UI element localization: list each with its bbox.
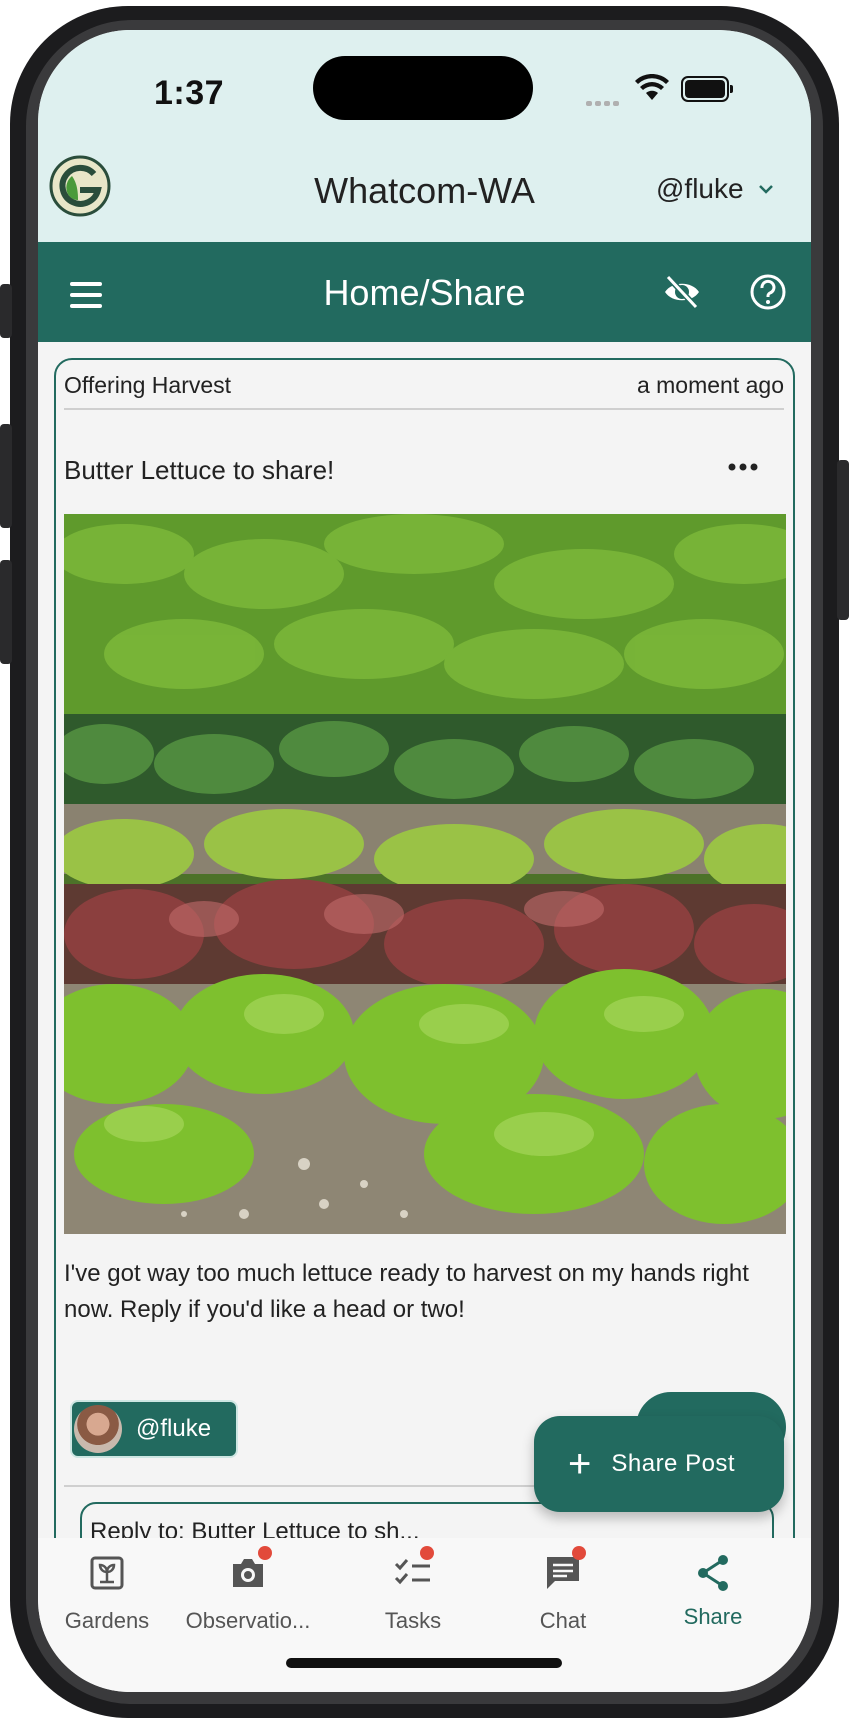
camera-icon [233, 1559, 263, 1587]
tab-label: Observatio... [185, 1608, 311, 1633]
tab-label: Share [683, 1604, 743, 1629]
avatar [74, 1405, 122, 1453]
more-options-icon[interactable] [728, 463, 758, 471]
eye-off-icon[interactable] [662, 272, 702, 312]
tasks-icon [394, 1559, 430, 1585]
mute-switch [0, 284, 12, 338]
help-icon[interactable] [748, 272, 788, 312]
post-title: Butter Lettuce to share! [64, 455, 335, 485]
user-handle: @fluke [656, 173, 744, 204]
gardens-icon [90, 1556, 124, 1590]
chat-icon [547, 1557, 579, 1589]
volume-down-button [0, 560, 12, 664]
author-name: @fluke [136, 1415, 212, 1442]
wifi-icon [635, 74, 669, 100]
battery-icon [681, 76, 733, 102]
author-chip[interactable]: @fluke [70, 1400, 238, 1458]
share-icon [698, 1555, 728, 1591]
cellular-signal-icon [586, 93, 622, 111]
post-body: I've got way too much lettuce ready to h… [64, 1260, 749, 1323]
screen: 1:37 Whatcom-WA @fluke Home/Share Offeri… [38, 30, 811, 1692]
volume-up-button [0, 424, 12, 528]
share-post-button[interactable]: + Share Post [534, 1416, 784, 1512]
tab-label: Tasks [384, 1608, 442, 1633]
user-menu[interactable]: @fluke [656, 173, 774, 205]
plus-icon: + [568, 1442, 592, 1486]
status-bar: 1:37 [38, 30, 811, 162]
tab-observations[interactable]: Observatio... [168, 1546, 328, 1634]
post-photo[interactable] [64, 514, 786, 1234]
app-bar: Home/Share [38, 242, 811, 342]
notification-badge [420, 1546, 434, 1560]
chevron-down-icon [758, 185, 773, 194]
power-button [837, 460, 849, 620]
home-indicator[interactable] [286, 1658, 562, 1668]
share-post-label: Share Post [611, 1450, 736, 1477]
notification-badge [572, 1546, 586, 1560]
tab-tasks[interactable]: Tasks [338, 1546, 488, 1634]
dynamic-island [313, 56, 533, 120]
tab-label: Chat [539, 1608, 587, 1633]
notification-badge [258, 1546, 272, 1560]
tab-label: Gardens [64, 1608, 150, 1633]
tab-share[interactable]: Share [638, 1552, 788, 1630]
post-timestamp: a moment ago [636, 372, 784, 398]
post-category: Offering Harvest [64, 372, 232, 398]
tab-chat[interactable]: Chat [488, 1546, 638, 1634]
tab-gardens[interactable]: Gardens [38, 1552, 182, 1634]
bottom-tab-bar: Gardens Observatio... Tasks Chat Share [38, 1538, 811, 1692]
post-card: Offering Harvest a moment ago Butter Let… [54, 358, 795, 1586]
status-time: 1:37 [154, 74, 225, 112]
divider [64, 408, 784, 410]
